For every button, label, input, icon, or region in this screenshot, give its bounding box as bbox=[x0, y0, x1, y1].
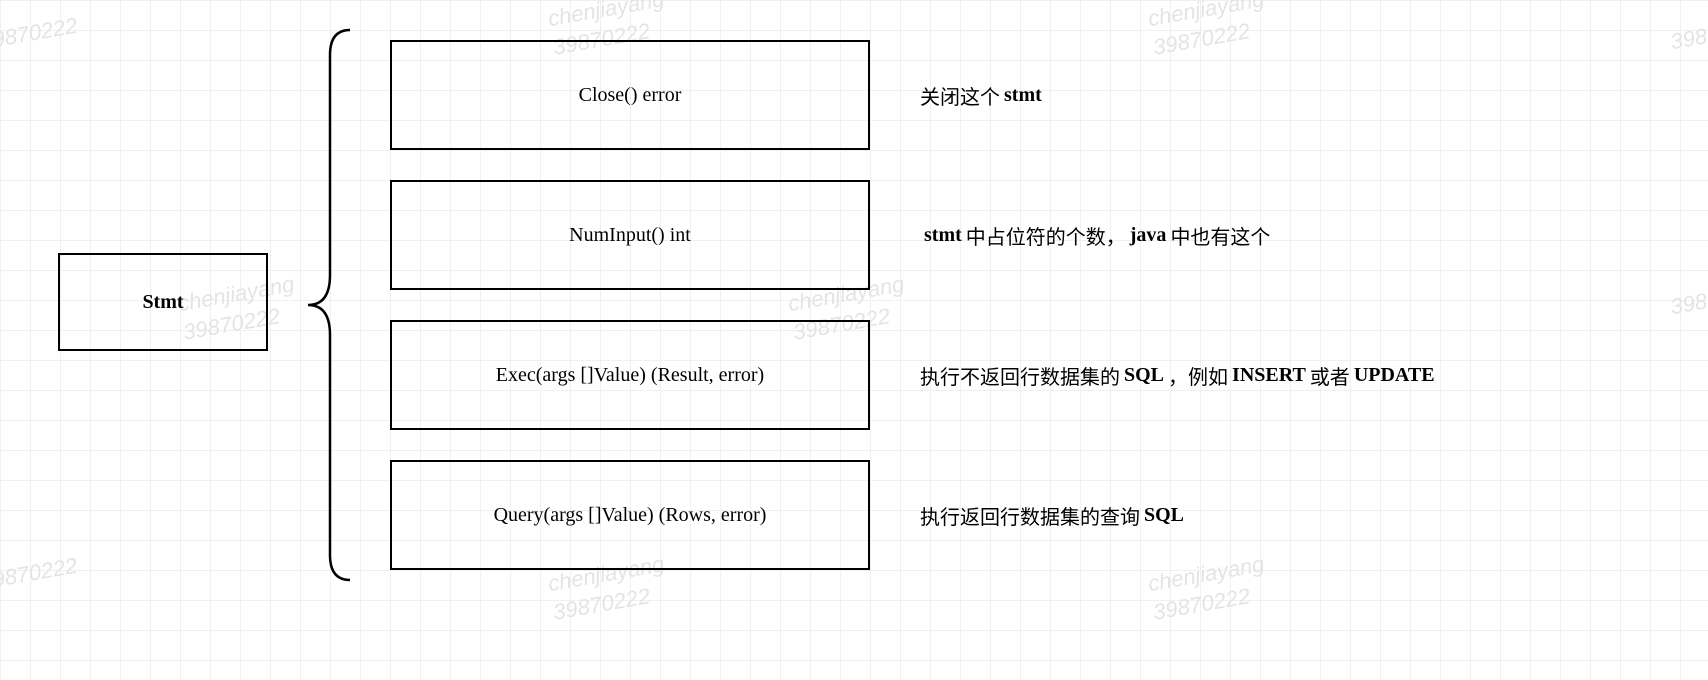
watermark: 39870222 bbox=[1668, 277, 1708, 322]
curly-brace bbox=[300, 25, 360, 585]
method-signature: Close() error bbox=[579, 84, 682, 107]
watermark: chenjiayang 39870222 bbox=[1146, 0, 1272, 62]
watermark: 39870222 bbox=[0, 552, 80, 597]
method-signature: Exec(args []Value) (Result, error) bbox=[496, 364, 764, 387]
method-box-numinput: NumInput() int bbox=[390, 180, 870, 290]
method-signature: NumInput() int bbox=[569, 224, 691, 247]
method-box-query: Query(args []Value) (Rows, error) bbox=[390, 460, 870, 570]
method-signature: Query(args []Value) (Rows, error) bbox=[494, 504, 767, 527]
method-box-close: Close() error bbox=[390, 40, 870, 150]
method-box-exec: Exec(args []Value) (Result, error) bbox=[390, 320, 870, 430]
watermark: 39870222 bbox=[0, 12, 80, 57]
method-desc-numinput: stmt 中占位符的个数， java 中也有这个 bbox=[920, 180, 1270, 290]
watermark: 39870222 bbox=[1668, 12, 1708, 57]
method-desc-exec: 执行不返回行数据集的 SQL ，例如 INSERT 或者 UPDATE bbox=[920, 320, 1439, 430]
root-stmt-box: Stmt bbox=[58, 253, 268, 351]
root-stmt-label: Stmt bbox=[142, 291, 183, 314]
method-desc-close: 关闭这个 stmt bbox=[920, 40, 1046, 150]
method-desc-query: 执行返回行数据集的查询 SQL bbox=[920, 460, 1188, 570]
